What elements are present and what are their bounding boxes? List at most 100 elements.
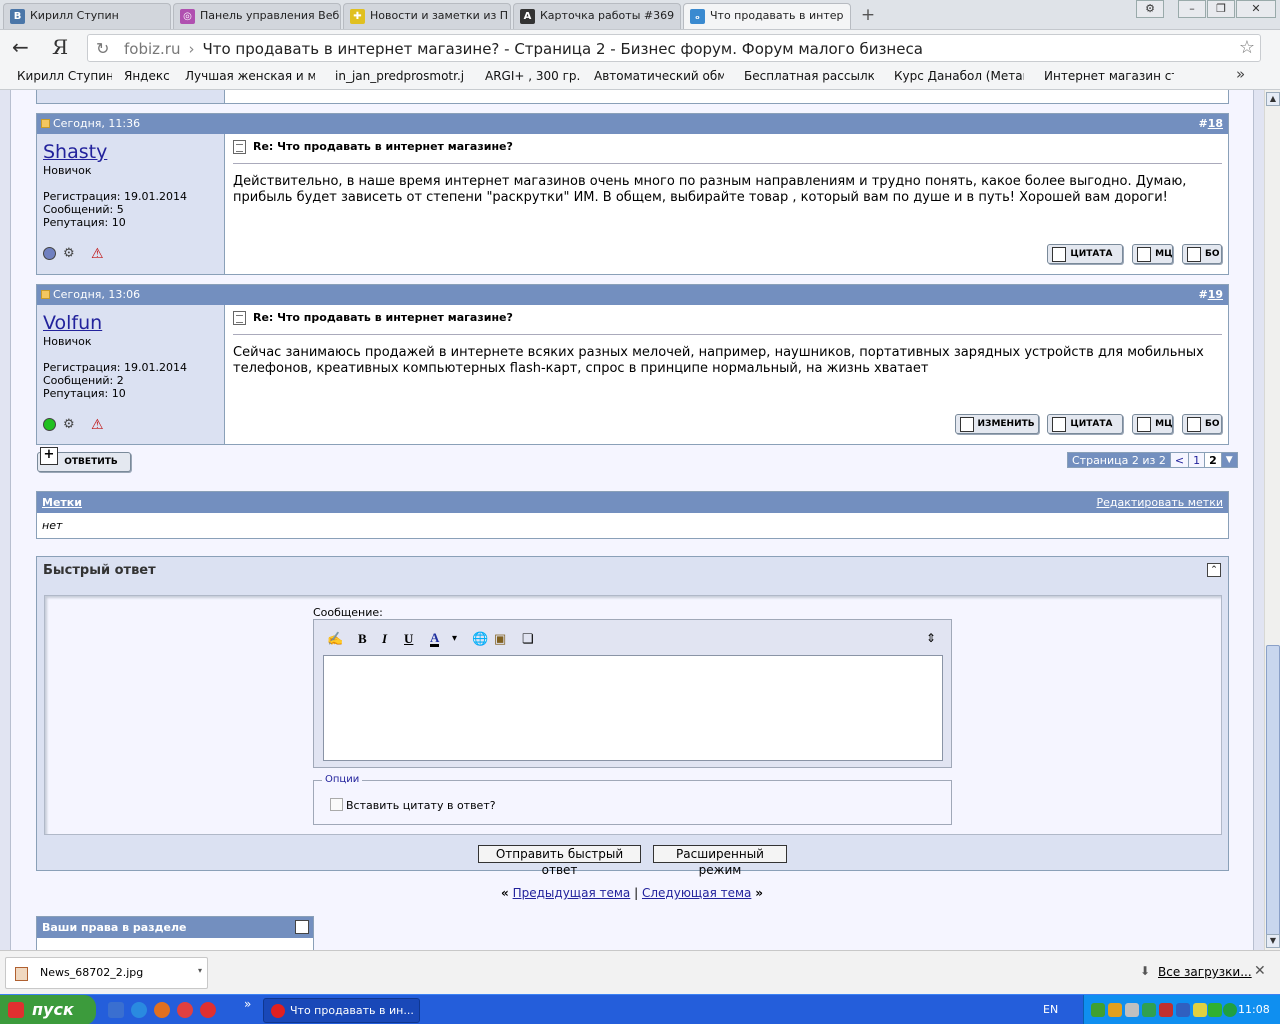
bookmark-item[interactable]: ARGI+ , 300 гр. <box>485 69 580 83</box>
advanced-mode-button[interactable]: Расширенный режим <box>653 845 787 877</box>
reputation-icon[interactable]: ⚙ <box>63 246 75 261</box>
show-desktop-icon[interactable] <box>108 1002 124 1018</box>
post-buttons: ИЗМЕНИТЬ ЦИТАТА МЦ БО <box>950 414 1222 436</box>
edit-button[interactable]: ИЗМЕНИТЬ <box>954 414 1039 434</box>
language-indicator[interactable]: EN <box>1043 1003 1058 1016</box>
multiquote-button[interactable]: МЦ <box>1132 244 1174 264</box>
pagination-prev[interactable]: < <box>1169 453 1189 467</box>
tray-antivirus-icon[interactable] <box>1091 1003 1105 1017</box>
collapse-icon[interactable]: ⌃ <box>1207 563 1221 577</box>
message-textarea[interactable] <box>323 655 943 761</box>
insert-link-icon[interactable]: 🌐 <box>472 631 488 647</box>
previous-thread-link[interactable]: Предыдущая тема <box>513 886 631 900</box>
quote-button[interactable]: ЦИТАТА <box>1047 414 1124 434</box>
tray-app-icon[interactable] <box>1208 1003 1222 1017</box>
tab-webmaster[interactable]: ◎ Панель управления Веб <box>173 3 341 29</box>
address-bar[interactable]: ↻ fobiz.ru › Что продавать в интернет мага… <box>87 34 1261 62</box>
download-menu-icon[interactable]: ▾ <box>198 966 202 975</box>
tab-bar: В Кирилл Ступин ◎ Панель управления Веб … <box>0 0 1280 30</box>
close-downloads-icon[interactable]: ✕ <box>1254 963 1266 979</box>
multiquote-button[interactable]: МЦ <box>1132 414 1174 434</box>
minimize-button[interactable]: – <box>1178 0 1206 18</box>
post-number-link[interactable]: #18 <box>1198 114 1223 134</box>
edit-tags-link[interactable]: Редактировать метки <box>1096 492 1223 513</box>
new-tab-button[interactable]: + <box>858 5 878 25</box>
bookmark-star-icon[interactable]: ☆ <box>1239 37 1255 58</box>
all-downloads-link[interactable]: Все загрузки... <box>1158 965 1252 979</box>
collapse-icon[interactable]: ⌃ <box>295 920 309 934</box>
vertical-scrollbar[interactable]: ▲ ▼ <box>1264 90 1280 950</box>
taskbar-window-button[interactable]: Что продавать в ин... <box>263 998 420 1023</box>
user-registration: Регистрация: 19.01.2014 <box>43 361 187 374</box>
quote-checkbox-label[interactable]: Вставить цитату в ответ? <box>346 799 496 812</box>
quicklaunch-more-icon[interactable]: » <box>244 997 251 1011</box>
address-text[interactable]: fobiz.ru › Что продавать в интернет магази… <box>124 40 923 58</box>
tray-whatsapp-icon[interactable] <box>1223 1003 1237 1017</box>
tab-forum-active[interactable]: ₒ Что продавать в интер <box>683 3 851 29</box>
bookmark-item[interactable]: Кирилл Ступин <box>17 69 112 83</box>
yandex-browser-icon[interactable] <box>200 1002 216 1018</box>
report-warning-icon[interactable]: ⚠ <box>91 246 104 262</box>
resize-editor-icon[interactable]: ⇕ <box>926 631 936 646</box>
tray-security-icon[interactable] <box>1159 1003 1173 1017</box>
bookmark-item[interactable]: Курс Данабол (Метан <box>894 69 1024 83</box>
post-number-link[interactable]: #19 <box>1198 285 1223 305</box>
opera-icon[interactable] <box>177 1002 193 1018</box>
italic-icon[interactable]: I <box>382 631 387 647</box>
remove-format-icon[interactable]: ✍ <box>327 631 343 647</box>
pagination-menu-icon[interactable]: ▼ <box>1220 453 1237 467</box>
scroll-down-icon[interactable]: ▼ <box>1266 934 1280 948</box>
page-content[interactable]: Сегодня, 11:36 #18 Shasty Новичок Регист… <box>0 90 1264 950</box>
navigation-bar: ← Я ↻ fobiz.ru › Что продавать в интернет … <box>0 30 1280 64</box>
color-dropdown-icon[interactable]: ▾ <box>452 633 457 644</box>
user-registration: Регистрация: 19.01.2014 <box>43 190 187 203</box>
quote-button[interactable]: ЦИТАТА <box>1047 244 1124 264</box>
back-arrow-icon[interactable]: ← <box>12 37 29 57</box>
bookmark-item[interactable]: Лучшая женская и му <box>185 69 315 83</box>
pagination-page[interactable]: 1 <box>1188 453 1205 467</box>
reputation-icon[interactable]: ⚙ <box>63 417 75 432</box>
bookmark-item[interactable]: in_jan_predprosmotr.j <box>335 69 465 83</box>
bold-icon[interactable]: B <box>358 631 367 647</box>
tray-app-icon[interactable] <box>1193 1003 1207 1017</box>
username-link[interactable]: Volfun <box>43 312 102 334</box>
download-item[interactable]: News_68702_2.jpg ▾ <box>5 957 208 989</box>
bookmark-item[interactable]: Бесплатная рассылка <box>744 69 874 83</box>
start-button[interactable]: пуск <box>0 995 96 1024</box>
font-color-icon[interactable]: A <box>430 631 440 647</box>
quick-reply-post-button[interactable]: БО <box>1182 414 1222 434</box>
tray-app-icon[interactable] <box>1176 1003 1190 1017</box>
bookmarks-more-icon[interactable]: » <box>1236 65 1245 83</box>
insert-image-icon[interactable]: ▣ <box>494 631 506 647</box>
quote-checkbox[interactable] <box>330 798 343 811</box>
maximize-button[interactable]: ❐ <box>1207 0 1235 18</box>
scroll-thumb[interactable] <box>1266 645 1280 940</box>
tray-app-icon[interactable] <box>1125 1003 1139 1017</box>
bookmark-item[interactable]: Интернет магазин сте <box>1044 69 1174 83</box>
yandex-logo-icon[interactable]: Я <box>52 35 68 59</box>
quick-reply-post-button[interactable]: БО <box>1182 244 1222 264</box>
underline-icon[interactable]: U <box>404 631 413 647</box>
settings-window-button[interactable]: ⚙ <box>1136 0 1164 18</box>
post-header: Сегодня, 13:06 #19 <box>37 285 1228 305</box>
bookmark-item[interactable]: Яндекс <box>124 69 174 83</box>
username-link[interactable]: Shasty <box>43 141 107 163</box>
tab-news[interactable]: ✚ Новости и заметки из П <box>343 3 511 29</box>
quote-wrap-icon[interactable]: ❏ <box>522 631 534 647</box>
report-warning-icon[interactable]: ⚠ <box>91 417 104 433</box>
tags-link[interactable]: Метки <box>42 496 82 509</box>
tray-app-icon[interactable] <box>1108 1003 1122 1017</box>
reload-icon[interactable]: ↻ <box>96 39 109 58</box>
submit-quick-reply-button[interactable]: Отправить быстрый ответ <box>478 845 641 877</box>
tab-work-card[interactable]: A Карточка работы #369 <box>513 3 681 29</box>
firefox-icon[interactable] <box>154 1002 170 1018</box>
close-window-button[interactable]: ✕ <box>1236 0 1276 18</box>
bookmark-item[interactable]: Автоматический обме <box>594 69 724 83</box>
reply-button[interactable]: ОТВЕТИТЬ <box>37 447 131 472</box>
next-thread-link[interactable]: Следующая тема <box>642 886 751 900</box>
internet-explorer-icon[interactable] <box>131 1002 147 1018</box>
clock[interactable]: 11:08 <box>1238 1003 1270 1016</box>
tab-vk[interactable]: В Кирилл Ступин <box>3 3 171 29</box>
tray-network-icon[interactable] <box>1142 1003 1156 1017</box>
scroll-up-icon[interactable]: ▲ <box>1266 92 1280 106</box>
